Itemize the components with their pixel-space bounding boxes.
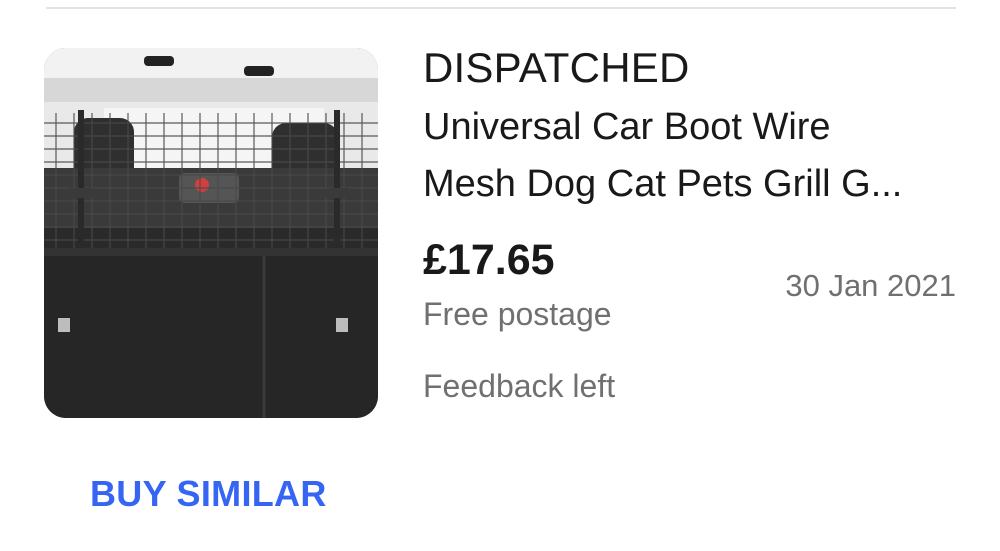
- order-status: DISPATCHED: [423, 44, 690, 91]
- item-title[interactable]: Universal Car Boot Wire Mesh Dog Cat Pet…: [423, 99, 958, 213]
- order-date: 30 Jan 2021: [785, 268, 956, 303]
- item-price: £17.65: [423, 236, 555, 284]
- car-boot-mesh-illustration: [44, 48, 378, 418]
- feedback-status: Feedback left: [423, 368, 616, 404]
- top-divider: [46, 7, 956, 9]
- product-image[interactable]: [44, 48, 378, 418]
- buy-similar-button[interactable]: BUY SIMILAR: [90, 473, 327, 515]
- item-title-line-1: Universal Car Boot Wire: [423, 106, 831, 148]
- postage-info: Free postage: [423, 296, 612, 332]
- item-title-line-2: Mesh Dog Cat Pets Grill G...: [423, 163, 903, 205]
